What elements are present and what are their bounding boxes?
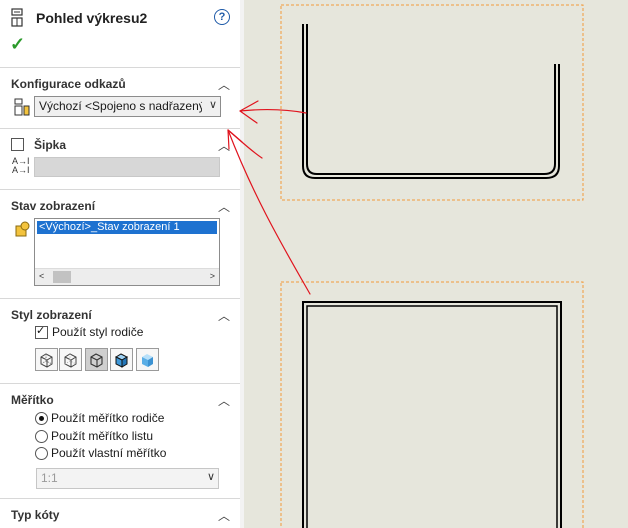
scroll-right-icon[interactable]: >: [210, 271, 215, 281]
section-heading: Stav zobrazení: [11, 199, 96, 213]
scale-custom-radio[interactable]: [35, 447, 48, 460]
arrow-checkbox[interactable]: [11, 138, 24, 151]
panel-title: Pohled výkresu2: [36, 10, 148, 26]
configuration-select-value: Výchozí <Spojeno s nadřazeným: [39, 99, 202, 113]
scale-sheet-label: Použít měřítko listu: [51, 429, 154, 443]
drawing-canvas[interactable]: [244, 0, 628, 528]
use-parent-style-label: Použít styl rodiče: [52, 325, 144, 339]
ok-button[interactable]: ✓: [10, 34, 25, 55]
section-heading: Typ kóty: [11, 508, 60, 522]
view-boundary-top[interactable]: [280, 4, 584, 201]
configuration-icon: [14, 98, 30, 116]
display-state-list[interactable]: <Výchozí>_Stav zobrazení 1 < >: [34, 218, 220, 286]
collapse-icon[interactable]: ︿: [218, 137, 230, 154]
shaded-with-edges-icon: [114, 353, 129, 368]
horizontal-scrollbar[interactable]: < >: [35, 268, 219, 285]
u-profile-inner[interactable]: [306, 24, 556, 175]
collapse-icon[interactable]: ︿: [218, 307, 230, 324]
arrow-label: Šipka: [34, 138, 67, 152]
shaded-with-edges-button[interactable]: [110, 348, 133, 371]
front-profile-inner[interactable]: [306, 305, 558, 528]
section-heading: Měřítko: [11, 393, 54, 407]
scale-sheet-radio[interactable]: [35, 430, 48, 443]
collapse-icon[interactable]: ︿: [218, 507, 230, 524]
hidden-lines-visible-icon: [64, 353, 77, 368]
front-profile-outer[interactable]: [302, 301, 562, 528]
drawing-sheet[interactable]: [244, 0, 628, 528]
hidden-lines-removed-icon: [90, 353, 103, 368]
property-manager: Pohled výkresu2 ? ✓ Konfigurace odkazů ︿…: [0, 0, 241, 528]
shaded-button[interactable]: [136, 348, 159, 371]
section-heading: Konfigurace odkazů: [11, 77, 126, 91]
collapse-icon[interactable]: ︿: [218, 76, 230, 93]
wireframe-button[interactable]: [35, 348, 58, 371]
wireframe-icon: [40, 353, 53, 368]
hidden-lines-visible-button[interactable]: [59, 348, 82, 371]
panel-header: Pohled výkresu2 ? ✓: [0, 0, 240, 60]
scale-parent-radio[interactable]: [35, 412, 48, 425]
scroll-thumb[interactable]: [53, 271, 71, 283]
scale-custom-label: Použít vlastní měřítko: [51, 446, 167, 460]
chevron-down-icon: ∨: [208, 99, 217, 111]
shaded-icon: [142, 354, 153, 367]
label-text-icon: A→I A→I: [12, 156, 30, 175]
section-dimension-type: Typ kóty ︿: [0, 498, 240, 528]
chevron-down-icon: ∨: [206, 471, 215, 483]
scroll-left-icon[interactable]: <: [39, 271, 44, 281]
help-icon[interactable]: ?: [214, 9, 230, 25]
use-parent-style-checkbox[interactable]: [35, 324, 48, 339]
view-boundary-bottom[interactable]: [280, 281, 584, 528]
custom-scale-value: 1:1: [41, 471, 58, 485]
section-scale: Měřítko ︿ Použít měřítko rodiče Použít m…: [0, 383, 240, 498]
scale-parent-label: Použít měřítko rodiče: [51, 411, 165, 425]
configuration-select[interactable]: Výchozí <Spojeno s nadřazeným ∨: [34, 96, 221, 117]
display-state-icon: [15, 221, 30, 237]
section-heading: Styl zobrazení: [11, 308, 92, 322]
drawing-view-icon: [11, 8, 23, 27]
section-arrow: Šipka ︿ A→I A→I: [0, 128, 240, 189]
list-item[interactable]: <Výchozí>_Stav zobrazení 1: [37, 221, 217, 234]
collapse-icon[interactable]: ︿: [218, 392, 230, 409]
hidden-lines-removed-button[interactable]: [85, 348, 108, 371]
arrow-label-field[interactable]: [34, 157, 220, 177]
custom-scale-select[interactable]: 1:1 ∨: [36, 468, 219, 489]
section-reference-config: Konfigurace odkazů ︿ Výchozí <Spojeno s …: [0, 67, 240, 128]
u-profile-outer[interactable]: [302, 24, 560, 179]
collapse-icon[interactable]: ︿: [218, 198, 230, 215]
